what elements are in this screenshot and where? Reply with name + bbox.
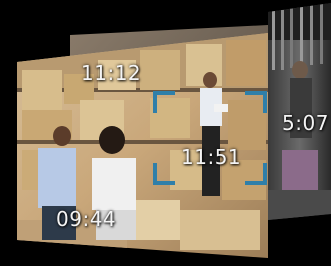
focus-corner-top-left bbox=[153, 91, 175, 113]
focus-corner-bottom-left bbox=[153, 163, 175, 185]
focus-corner-top-right bbox=[245, 91, 267, 113]
back-frame-timestamp: 5:07 bbox=[282, 111, 329, 135]
focus-bracket[interactable] bbox=[153, 91, 267, 185]
back-frame-thumbnail[interactable] bbox=[268, 0, 331, 220]
focus-corner-bottom-right bbox=[245, 163, 267, 185]
bottom-frame-timestamp: 09:44 bbox=[56, 207, 117, 231]
top-frame-timestamp: 11:12 bbox=[81, 61, 142, 85]
video-frame-stack: 5:07 11:12 11:51 09:44 bbox=[0, 0, 331, 266]
